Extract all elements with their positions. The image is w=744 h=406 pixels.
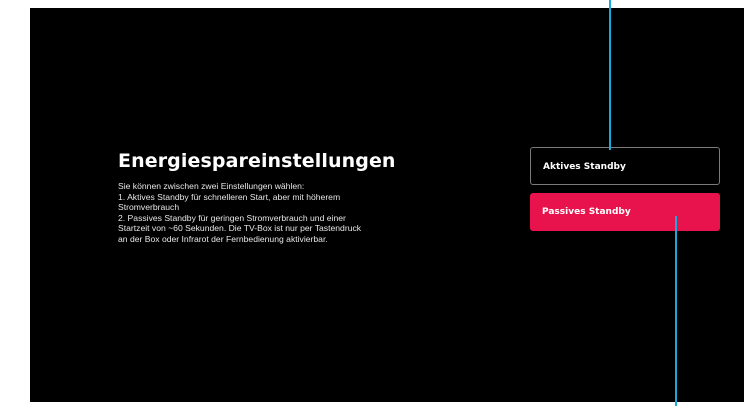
annotation-line-top [609,0,611,150]
description-line: an der Box oder Infrarot der Fernbedienu… [118,233,328,244]
page-title: Energiespareinstellungen [118,150,396,172]
settings-description: Sie können zwischen zwei Einstellungen w… [118,181,498,245]
description-line: Stromverbrauch [118,202,180,213]
tv-screen: Energiespareinstellungen Sie können zwis… [30,8,744,402]
passive-standby-option[interactable]: Passives Standby [530,193,720,231]
description-line: 1. Aktives Standby für schnelleren Start… [118,191,341,202]
screenshot-frame: Energiespareinstellungen Sie können zwis… [0,0,744,406]
active-standby-option[interactable]: Aktives Standby [530,147,720,185]
description-line: 2. Passives Standby für geringen Stromve… [118,212,346,223]
annotation-line-bottom [675,216,677,406]
description-line: Sie können zwischen zwei Einstellungen w… [118,181,305,191]
description-line: Startzeit von ~60 Sekunden. Die TV-Box i… [118,223,362,234]
